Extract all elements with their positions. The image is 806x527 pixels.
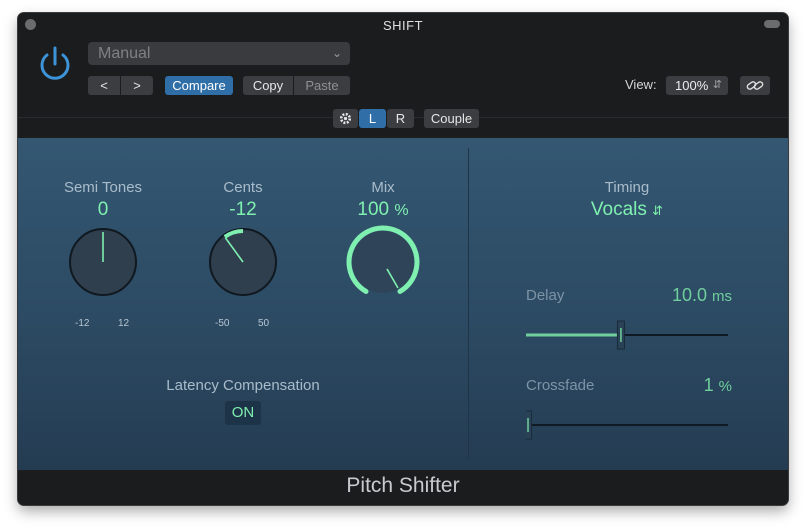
- view-label: View:: [625, 77, 657, 92]
- cents-min-label: -50: [215, 318, 230, 329]
- crossfade-unit: %: [718, 378, 732, 395]
- semi-tones-label: Semi Tones: [63, 179, 143, 196]
- updown-icon: ⇵: [712, 79, 722, 91]
- delay-label: Delay: [526, 287, 565, 304]
- title-bar: SHIFT: [18, 13, 788, 37]
- link-button[interactable]: [740, 76, 770, 95]
- crossfade-slider[interactable]: [526, 410, 730, 440]
- delay-value-row: 10.0 ms: [638, 285, 732, 306]
- crossfade-label: Crossfade: [526, 377, 595, 394]
- panel-divider: [468, 148, 469, 460]
- crossfade-value: 1: [703, 375, 714, 395]
- preset-menu[interactable]: Manual ⌄: [88, 42, 350, 65]
- timing-label: Timing: [604, 179, 650, 196]
- semi-tones-value: 0: [97, 199, 109, 220]
- mix-value: 100: [357, 199, 390, 220]
- couple-button[interactable]: Couple: [424, 109, 479, 128]
- mix-knob[interactable]: [345, 224, 421, 300]
- updown-icon: ⇵: [652, 203, 664, 218]
- delay-unit: ms: [712, 288, 732, 305]
- timing-value: Vocals: [590, 199, 647, 220]
- view-zoom-select[interactable]: 100% ⇵: [666, 76, 728, 95]
- delay-slider[interactable]: [526, 320, 730, 350]
- collapse-button[interactable]: [764, 20, 780, 28]
- link-icon: [746, 81, 764, 90]
- delay-value: 10.0: [671, 285, 707, 305]
- next-preset-button[interactable]: >: [121, 76, 153, 95]
- previous-preset-button[interactable]: <: [88, 76, 120, 95]
- compare-button[interactable]: Compare: [165, 76, 233, 95]
- plugin-footer: Pitch Shifter: [18, 470, 788, 505]
- plugin-window: SHIFT Manual ⌄ < > Compare Copy Paste Vi…: [18, 13, 788, 505]
- paste-button[interactable]: Paste: [294, 76, 350, 95]
- mix-value-row: 100 %: [338, 199, 428, 221]
- semi-tones-knob[interactable]: [67, 226, 139, 298]
- window-title: SHIFT: [382, 18, 424, 33]
- right-channel-button[interactable]: R: [387, 109, 414, 128]
- semi-tones-max-label: 12: [118, 318, 130, 329]
- plugin-name: Pitch Shifter: [346, 474, 460, 497]
- power-icon[interactable]: [35, 44, 75, 84]
- latency-compensation-label: Latency Compensation: [166, 377, 320, 394]
- copy-button[interactable]: Copy: [243, 76, 293, 95]
- plugin-panel: Semi Tones 0 -12 12 Cents -12 -50 50 Mix…: [18, 138, 788, 470]
- timing-select[interactable]: Vocals ⇵: [566, 199, 688, 221]
- gear-icon: [339, 112, 352, 125]
- cents-max-label: 50: [258, 318, 270, 329]
- mix-label: Mix: [371, 179, 395, 196]
- cents-value: -12: [229, 199, 257, 220]
- channel-settings-button[interactable]: [333, 109, 358, 128]
- crossfade-value-row: 1 %: [638, 375, 732, 396]
- cents-label: Cents: [223, 179, 263, 196]
- left-channel-button[interactable]: L: [359, 109, 386, 128]
- latency-compensation-toggle[interactable]: ON: [225, 401, 261, 425]
- mix-unit: %: [394, 202, 409, 219]
- view-zoom-value: 100%: [675, 78, 709, 93]
- plugin-header: Manual ⌄ < > Compare Copy Paste View: 10…: [18, 37, 788, 119]
- chevron-down-icon: ⌄: [331, 46, 342, 60]
- preset-name: Manual: [98, 45, 151, 62]
- cents-knob[interactable]: [207, 226, 279, 298]
- semi-tones-min-label: -12: [75, 318, 90, 329]
